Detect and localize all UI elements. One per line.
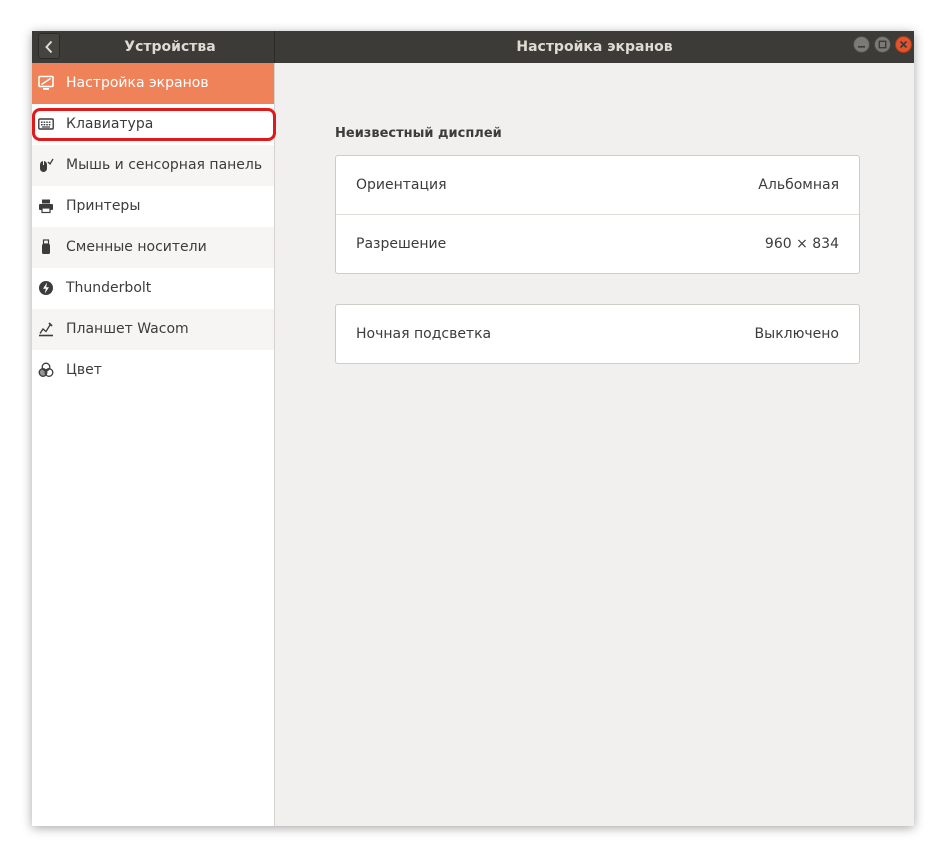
sidebar-item-color[interactable]: Цвет	[32, 350, 274, 391]
sidebar-item-label: Клавиатура	[66, 116, 154, 132]
printer-icon	[39, 199, 53, 214]
sidebar-item-thunderbolt[interactable]: Thunderbolt	[32, 268, 274, 309]
close-button[interactable]	[895, 36, 912, 53]
sidebar: Настройка экранов Клавиатура Мышь и сенс…	[32, 63, 276, 826]
settings-window: Устройства Настройка экранов Настройка э…	[32, 31, 914, 826]
title-bar: Устройства Настройка экранов	[32, 31, 914, 63]
close-icon	[899, 40, 908, 49]
chevron-left-icon	[45, 40, 53, 54]
sidebar-item-keyboard[interactable]: Клавиатура	[32, 104, 274, 145]
night-light-label: Ночная подсветка	[356, 326, 492, 342]
maximize-icon	[878, 40, 887, 49]
display-settings-card: Ориентация Альбомная Разрешение 960 × 83…	[335, 155, 860, 274]
resolution-value: 960 × 834	[764, 236, 839, 252]
sidebar-title: Устройства	[124, 39, 216, 55]
window-title: Настройка экранов	[516, 39, 673, 55]
sidebar-item-label: Мышь и сенсорная панель	[66, 157, 263, 173]
sidebar-item-removable-media[interactable]: Сменные носители	[32, 227, 274, 268]
sidebar-header: Устройства	[32, 31, 275, 63]
back-button[interactable]	[38, 33, 60, 59]
sidebar-item-label: Принтеры	[66, 198, 141, 214]
sidebar-item-displays[interactable]: Настройка экранов	[32, 63, 274, 104]
keyboard-icon	[38, 118, 54, 130]
sidebar-item-mouse-touchpad[interactable]: Мышь и сенсорная панель	[32, 145, 274, 186]
sidebar-item-wacom-tablet[interactable]: Планшет Wacom	[32, 309, 274, 350]
thunderbolt-icon	[39, 281, 53, 295]
sidebar-item-label: Настройка экранов	[66, 75, 209, 91]
minimize-button[interactable]	[853, 36, 870, 53]
orientation-row[interactable]: Ориентация Альбомная	[336, 156, 859, 214]
resolution-label: Разрешение	[356, 236, 447, 252]
wacom-tablet-icon	[39, 322, 53, 337]
orientation-label: Ориентация	[356, 177, 447, 193]
sidebar-item-label: Планшет Wacom	[66, 321, 189, 337]
sidebar-item-label: Thunderbolt	[66, 280, 152, 296]
minimize-icon	[858, 46, 865, 48]
main-panel: Неизвестный дисплей Ориентация Альбомная…	[275, 63, 914, 826]
night-light-row[interactable]: Ночная подсветка Выключено	[336, 305, 859, 363]
sidebar-item-label: Сменные носители	[66, 239, 207, 255]
night-light-value: Выключено	[754, 326, 839, 342]
sidebar-item-label: Цвет	[66, 362, 102, 378]
display-section-title: Неизвестный дисплей	[335, 126, 502, 141]
usb-drive-icon	[42, 239, 50, 254]
orientation-value: Альбомная	[758, 177, 839, 193]
mouse-icon	[40, 158, 54, 172]
sidebar-item-printers[interactable]: Принтеры	[32, 186, 274, 227]
night-light-card: Ночная подсветка Выключено	[335, 304, 860, 364]
display-icon	[38, 75, 54, 90]
maximize-button[interactable]	[874, 36, 891, 53]
resolution-row[interactable]: Разрешение 960 × 834	[336, 214, 859, 273]
color-icon	[38, 362, 54, 377]
